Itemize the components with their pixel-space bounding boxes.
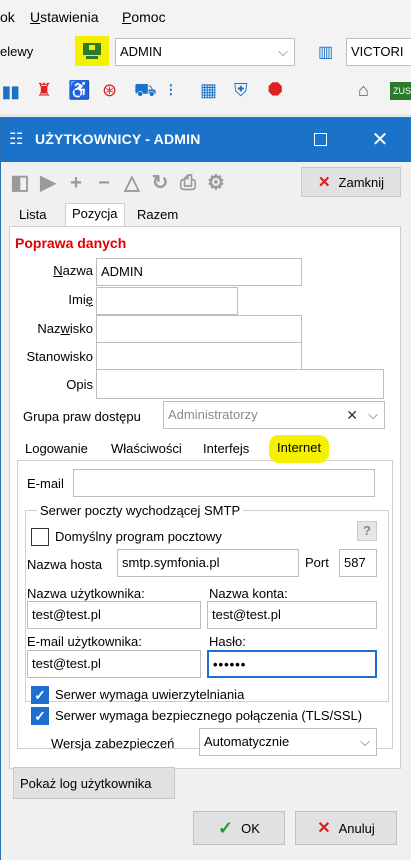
nazwisko-field[interactable] [96, 315, 302, 343]
menu-item-ok[interactable]: ok [0, 9, 15, 25]
close-button[interactable]: ✕ Zamknij [301, 167, 401, 197]
nazwisko-label: Nazwisko [37, 321, 93, 336]
cancel-button[interactable]: ✕ Anuluj [295, 811, 397, 845]
chevron-down-icon: ⌵ [278, 44, 288, 59]
company-select[interactable]: VICTORI [346, 38, 411, 66]
app-toolbar: elewy ADMIN ⌵ ▥ VICTORI [0, 34, 411, 70]
menu-bar: ok Ustawienia Pomoc [0, 0, 411, 34]
extinguisher-icon[interactable]: ♜ [36, 80, 52, 101]
security-version-select[interactable]: Automatycznie ⌵ [199, 728, 377, 756]
cancel-icon: ✕ [317, 820, 331, 837]
account-label: Nazwa konta: [209, 586, 288, 601]
close-icon: ✕ [317, 174, 331, 191]
auth-required-checkbox[interactable]: ✓ [31, 686, 49, 704]
ok-button[interactable]: ✓ OK [193, 811, 285, 845]
subtab-logowanie[interactable]: Logowanie [19, 439, 94, 461]
bank-icon[interactable]: ⌂ [358, 80, 369, 101]
user-select-value: ADMIN [120, 44, 162, 59]
check-icon: ✓ [218, 817, 234, 838]
close-button-label: Zamknij [338, 174, 385, 190]
car-icon[interactable]: ⛟ [134, 80, 157, 104]
company-select-value: VICTORI [351, 44, 404, 59]
password-field[interactable]: •••••• [207, 650, 377, 678]
opis-label: Opis [66, 377, 93, 392]
stop-sign-icon[interactable]: ⯃ [268, 80, 282, 101]
tab-razem[interactable]: Razem [131, 205, 184, 227]
section-title: Poprawa danych [15, 235, 127, 251]
shield-icon[interactable]: ⛨ [234, 80, 248, 101]
tab-lista[interactable]: Lista [13, 205, 52, 227]
help-button[interactable]: ? [357, 521, 377, 541]
close-window-button[interactable]: ✕ [357, 117, 403, 162]
email-field[interactable] [73, 469, 375, 497]
first-record-icon[interactable]: ◧ [9, 172, 31, 194]
user-email-field[interactable]: test@test.pl [27, 650, 201, 678]
next-record-icon[interactable]: ▶ [37, 172, 59, 194]
default-client-label: Domyślny program pocztowy [55, 529, 222, 544]
subtab-interfejs[interactable]: Interfejs [197, 439, 255, 461]
filter-icon[interactable]: △ [121, 172, 143, 194]
nazwa-field[interactable]: ADMIN [96, 258, 302, 286]
port-field[interactable]: 587 [339, 549, 377, 577]
imie-field[interactable] [96, 287, 238, 315]
account-field[interactable]: test@test.pl [207, 601, 377, 629]
user-email-label: E-mail użytkownika: [27, 634, 142, 649]
dialog-titlebar: ☷ UŻYTKOWNICY - ADMIN ✕ [1, 117, 411, 162]
email-label: E-mail [27, 476, 64, 491]
host-label: Nazwa hosta [27, 557, 103, 572]
remove-icon[interactable]: − [93, 172, 115, 194]
grid-icon[interactable]: ▦ [200, 80, 217, 101]
show-log-button[interactable]: Pokaż log użytkownika [13, 767, 175, 799]
footsteps-icon[interactable]: ⁝ [168, 80, 174, 101]
security-version-label: Wersja zabezpieczeń [51, 736, 175, 751]
toolbar-label: elewy [0, 44, 34, 59]
lifebuoy-icon[interactable]: ⊛ [102, 80, 117, 101]
zus-icon[interactable]: ZUS [390, 82, 411, 100]
auth-required-label: Serwer wymaga uwierzytelniania [55, 687, 245, 702]
secure-required-label: Serwer wymaga bezpiecznego połączenia (T… [55, 708, 363, 723]
default-client-checkbox[interactable] [31, 528, 49, 546]
maximize-button[interactable] [297, 117, 343, 162]
chart-icon[interactable]: ▮▮ [2, 82, 20, 102]
building-icon[interactable]: ▥ [318, 42, 336, 61]
password-label: Hasło: [209, 634, 246, 649]
grupa-select-value: Administratorzy [168, 407, 258, 422]
nazwa-label: Nazwa [53, 263, 93, 278]
refresh-icon[interactable]: ↻ [149, 172, 171, 194]
security-version-value: Automatycznie [204, 734, 290, 749]
username-label: Nazwa użytkownika: [27, 586, 145, 601]
opis-field[interactable] [96, 369, 384, 399]
port-label: Port [305, 555, 329, 570]
menu-item-pomoc[interactable]: Pomoc [122, 9, 166, 25]
print-icon[interactable]: ⎙ [177, 172, 199, 194]
cancel-button-label: Anuluj [338, 820, 375, 836]
host-field[interactable]: smtp.symfonia.pl [117, 549, 299, 577]
username-field[interactable]: test@test.pl [27, 601, 201, 629]
subtab-internet[interactable]: Internet [269, 435, 330, 463]
stanowisko-field[interactable] [96, 342, 302, 370]
grupa-select[interactable]: Administratorzy ✕ ⌵ [163, 401, 385, 429]
imie-label: Imię [68, 292, 93, 307]
app-iconbar: ▮▮ ♜ ♿ ⊛ ⛟ ⁝ ▦ ⛨ ⯃ ⌂ ZUS [0, 70, 411, 116]
users-icon: ☷ [9, 131, 24, 148]
settings-icon[interactable]: ⚙ [205, 172, 227, 194]
dialog-title: UŻYTKOWNICY - ADMIN [35, 131, 201, 147]
clear-icon[interactable]: ✕ [346, 402, 358, 428]
user-icon[interactable] [75, 36, 109, 66]
user-select[interactable]: ADMIN ⌵ [115, 38, 295, 66]
add-icon[interactable]: + [65, 172, 87, 194]
accessibility-icon[interactable]: ♿ [68, 80, 90, 101]
ok-button-label: OK [241, 820, 260, 836]
secure-required-checkbox[interactable]: ✓ [31, 707, 49, 725]
users-dialog: ☷ UŻYTKOWNICY - ADMIN ✕ ◧ ▶ + − △ ↻ ⎙ ⚙ … [0, 117, 411, 860]
dialog-toolbar: ◧ ▶ + − △ ↻ ⎙ ⚙ ✕ Zamknij [1, 162, 411, 202]
stanowisko-label: Stanowisko [26, 349, 93, 364]
grupa-label: Grupa praw dostępu [23, 409, 141, 424]
chevron-down-icon[interactable]: ⌵ [368, 402, 378, 428]
tab-pozycja[interactable]: Pozycja [65, 203, 125, 227]
chevron-down-icon: ⌵ [360, 734, 370, 749]
smtp-group-title: Serwer poczty wychodzącej SMTP [37, 503, 244, 518]
menu-item-ustawienia[interactable]: Ustawienia [30, 9, 99, 25]
subtab-wlasciwosci[interactable]: Właściwości [105, 439, 188, 461]
